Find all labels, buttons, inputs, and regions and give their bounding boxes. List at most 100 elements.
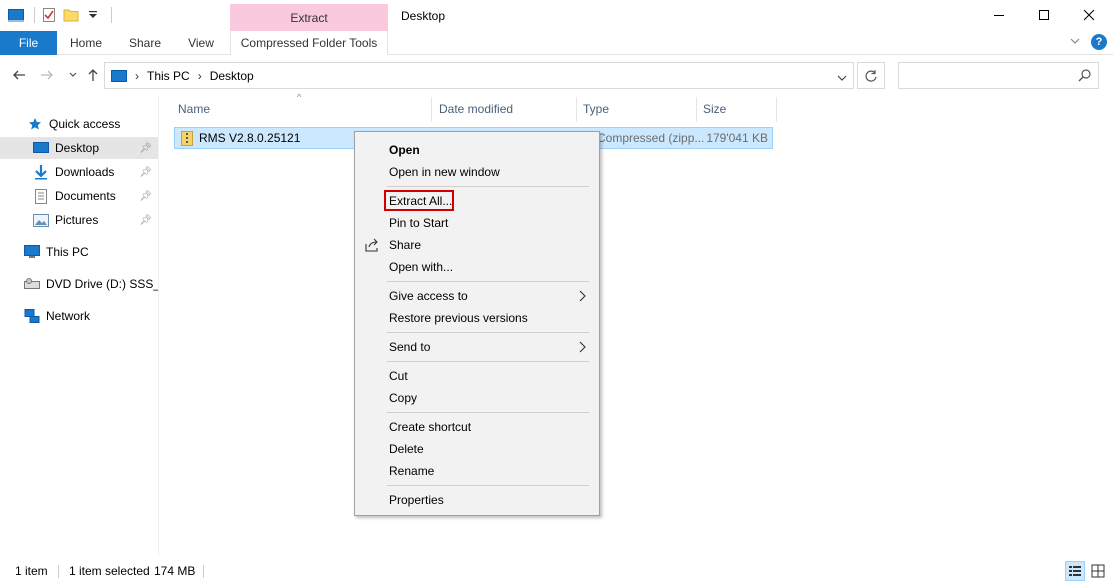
extract-context-tab[interactable]: Extract — [230, 4, 388, 32]
window-title: Desktop — [401, 9, 446, 23]
menu-item-delete[interactable]: Delete — [357, 438, 597, 460]
menu-item-cut[interactable]: Cut — [357, 365, 597, 387]
search-input[interactable] — [898, 62, 1099, 89]
quick-access-toolbar — [8, 7, 112, 23]
status-selected: 1 item selected — [69, 564, 150, 578]
menu-item-pin-to-start[interactable]: Pin to Start — [357, 212, 597, 234]
menu-item-label: Give access to — [389, 289, 468, 303]
nav-item-desktop[interactable]: Desktop 📌︎ — [0, 137, 158, 159]
nav-label: Pictures — [55, 213, 99, 227]
up-button[interactable] — [84, 66, 102, 84]
file-size: 179'041 KB — [706, 131, 768, 145]
status-separator — [58, 565, 59, 578]
nav-item-dvd-drive[interactable]: DVD Drive (D:) SSS_X6 — [0, 273, 158, 295]
menu-item-send-to[interactable]: Send to — [357, 336, 597, 358]
address-bar[interactable]: › This PC › Desktop — [104, 62, 854, 89]
menu-item-label: Share — [389, 238, 422, 252]
breadcrumb-this-pc[interactable]: This PC — [147, 69, 190, 83]
search-icon — [1078, 68, 1092, 85]
refresh-icon — [865, 69, 877, 82]
tab-home[interactable]: Home — [62, 31, 110, 55]
details-view-icon — [1069, 566, 1081, 576]
breadcrumb: › This PC › Desktop — [133, 69, 254, 83]
context-menu: Open Open in new window Extract All... P… — [354, 131, 600, 516]
menu-item-give-access-to[interactable]: Give access to — [357, 285, 597, 307]
this-pc-icon — [111, 69, 127, 82]
menu-separator — [387, 186, 589, 187]
menu-item-copy[interactable]: Copy — [357, 387, 597, 409]
properties-icon[interactable] — [41, 7, 57, 23]
status-size: 174 MB — [154, 564, 196, 578]
column-header-size[interactable]: Size — [697, 97, 777, 122]
new-folder-icon[interactable] — [63, 7, 79, 23]
menu-item-rename[interactable]: Rename — [357, 460, 597, 482]
nav-label: This PC — [46, 245, 89, 259]
nav-item-this-pc[interactable]: This PC — [0, 241, 158, 263]
menu-item-create-shortcut[interactable]: Create shortcut — [357, 416, 597, 438]
minimize-button[interactable] — [976, 0, 1022, 30]
nav-label: Quick access — [49, 117, 121, 131]
desktop-icon — [33, 140, 49, 156]
expand-ribbon-icon[interactable] — [1069, 35, 1081, 50]
status-item-count: 1 item — [15, 564, 48, 578]
nav-item-network[interactable]: Network — [0, 305, 158, 327]
menu-separator — [387, 332, 589, 333]
customize-qat-icon[interactable] — [85, 7, 101, 23]
large-icons-view-button[interactable] — [1088, 561, 1108, 581]
tab-share[interactable]: Share — [120, 31, 170, 55]
explorer-app-icon[interactable] — [8, 7, 24, 23]
back-arrow-icon — [13, 70, 25, 80]
breadcrumb-desktop[interactable]: Desktop — [210, 69, 254, 83]
pin-icon[interactable]: 📌︎ — [139, 215, 152, 226]
help-icon[interactable]: ? — [1091, 34, 1107, 50]
menu-item-open-in-new-window[interactable]: Open in new window — [357, 161, 597, 183]
tab-view[interactable]: View — [180, 31, 222, 55]
title-bar: Extract Desktop — [0, 0, 1113, 32]
nav-item-quick-access[interactable]: Quick access — [0, 113, 158, 135]
nav-item-downloads[interactable]: Downloads 📌︎ — [0, 161, 158, 183]
column-header-name[interactable]: Name — [172, 97, 432, 122]
menu-item-open[interactable]: Open — [357, 139, 597, 161]
address-history-dropdown[interactable] — [831, 65, 853, 90]
large-icons-view-icon — [1091, 564, 1105, 578]
menu-item-share[interactable]: Share — [357, 234, 597, 256]
details-view-button[interactable] — [1065, 561, 1085, 581]
nav-label: Downloads — [55, 165, 115, 179]
back-button[interactable] — [10, 66, 28, 84]
qat-separator — [34, 7, 35, 23]
nav-item-pictures[interactable]: Pictures 📌︎ — [0, 209, 158, 231]
dvd-drive-icon — [24, 276, 40, 292]
menu-item-open-with[interactable]: Open with... — [357, 256, 597, 278]
recent-locations-button[interactable] — [64, 66, 82, 84]
nav-item-documents[interactable]: Documents 📌︎ — [0, 185, 158, 207]
forward-arrow-icon — [41, 70, 53, 80]
menu-item-restore-previous-versions[interactable]: Restore previous versions — [357, 307, 597, 329]
file-name: RMS V2.8.0.25121 — [199, 131, 301, 145]
zip-folder-icon — [181, 131, 193, 146]
menu-separator — [387, 281, 589, 282]
refresh-button[interactable] — [857, 62, 885, 89]
chevron-right-icon[interactable]: › — [198, 69, 202, 83]
chevron-right-icon[interactable]: › — [135, 69, 139, 83]
close-button[interactable] — [1066, 0, 1112, 30]
column-header-date-modified[interactable]: Date modified — [433, 97, 577, 122]
extract-all-highlight-box — [384, 190, 454, 211]
menu-item-properties[interactable]: Properties — [357, 489, 597, 511]
forward-button[interactable] — [38, 66, 56, 84]
status-bar: 1 item 1 item selected 174 MB — [0, 560, 1113, 583]
qat-separator — [111, 7, 112, 23]
column-header-type[interactable]: Type — [577, 97, 697, 122]
nav-label: Desktop — [55, 141, 100, 155]
up-arrow-icon — [88, 69, 98, 81]
tab-file[interactable]: File — [0, 31, 57, 55]
computer-icon — [24, 244, 40, 260]
menu-separator — [387, 361, 589, 362]
star-icon — [27, 116, 43, 132]
maximize-button[interactable] — [1021, 0, 1067, 30]
tab-compressed-folder-tools[interactable]: Compressed Folder Tools — [230, 31, 388, 55]
pin-icon[interactable]: 📌︎ — [139, 191, 152, 202]
pin-icon[interactable]: 📌︎ — [139, 167, 152, 178]
address-row: › This PC › Desktop — [0, 60, 1113, 90]
navigation-pane: Quick access Desktop 📌︎ Downloads 📌︎ Doc… — [0, 96, 159, 556]
pin-icon[interactable]: 📌︎ — [139, 143, 152, 154]
